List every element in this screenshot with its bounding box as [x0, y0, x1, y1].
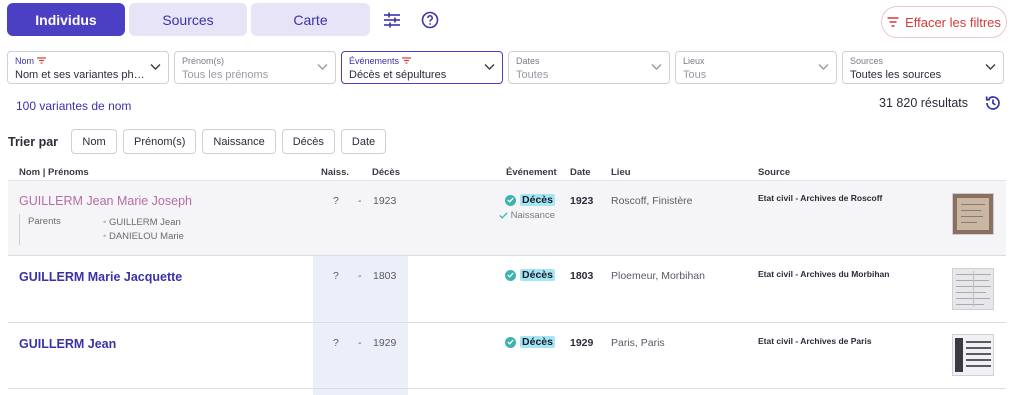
filter-lieux[interactable]: Lieux Tous	[675, 51, 837, 84]
death-year: 1923	[373, 195, 397, 207]
filter-active-icon	[37, 57, 47, 64]
event-place: Roscoff, Finistère	[611, 195, 693, 207]
event-label: Décès	[520, 336, 555, 348]
filter-prenoms-label: Prénom(s)	[182, 55, 225, 66]
filter-evenements[interactable]: Événements Décès et sépultures	[341, 51, 503, 84]
tab-individus[interactable]: Individus	[7, 3, 125, 36]
check-circle-icon	[505, 336, 517, 348]
date-separator: -	[358, 337, 362, 349]
sub-event-label: Naissance	[510, 210, 555, 221]
filter-sources[interactable]: Sources Toutes les sources	[842, 51, 1004, 84]
filter-dates-value: Toutes	[516, 69, 549, 81]
event-date: 1923	[570, 195, 594, 207]
source-name[interactable]: Etat civil - Archives de Paris	[758, 336, 872, 346]
sort-nom-button[interactable]: Nom	[71, 129, 118, 154]
person-name[interactable]: GUILLERM Jean	[19, 337, 116, 351]
tab-sources[interactable]: Sources	[129, 3, 247, 36]
filter-dates[interactable]: Dates Toutes	[508, 51, 670, 84]
col-birth-header: Naiss.	[321, 167, 349, 178]
filter-lieux-label: Lieux	[683, 55, 705, 66]
parents-block: Parents • GUILLERM Jean • DANIELOU Marie	[19, 214, 184, 245]
history-icon[interactable]	[984, 94, 1002, 112]
table-row[interactable]: GUILLERM Jean ? - 1929 Décès 1929 Paris,…	[8, 323, 1006, 389]
sub-event: Naissance	[498, 210, 555, 221]
sort-deces-button[interactable]: Décès	[281, 129, 335, 154]
filter-sources-value: Toutes les sources	[850, 69, 942, 81]
parents-label: Parents	[28, 216, 61, 227]
date-separator: -	[358, 195, 362, 207]
date-separator: -	[358, 270, 362, 282]
filter-evenements-label: Événements	[349, 55, 400, 66]
event-date: 1803	[570, 270, 594, 282]
col-death-header: Décès	[372, 167, 400, 178]
source-name[interactable]: Etat civil - Archives de Roscoff	[758, 193, 882, 203]
chevron-down-icon	[317, 64, 328, 70]
filter-sources-label: Sources	[850, 55, 884, 66]
col-date-header: Date	[570, 167, 591, 178]
filter-nom[interactable]: Nom Nom et ses variantes phoné…	[7, 51, 169, 84]
clear-filters-label: Effacer les filtres	[905, 14, 1001, 30]
sort-date-button[interactable]: Date	[340, 129, 387, 154]
person-name[interactable]: GUILLERM Marie Jacquette	[19, 270, 182, 284]
document-thumbnail[interactable]	[952, 334, 994, 376]
chevron-down-icon	[651, 64, 662, 70]
filter-dates-label: Dates	[516, 55, 540, 66]
tab-carte[interactable]: Carte	[251, 3, 370, 36]
table-row[interactable]: GUILLERM Marie Jacquette ? - 1803 Décès …	[8, 256, 1006, 323]
filter-icon	[887, 17, 899, 27]
event-place: Ploemeur, Morbihan	[611, 270, 705, 282]
death-year: 1929	[373, 337, 397, 349]
event-badge: Décès	[505, 336, 555, 348]
person-name[interactable]: GUILLERM Jean Marie Joseph	[19, 194, 192, 208]
source-name[interactable]: Etat civil - Archives du Morbihan	[758, 269, 889, 279]
filter-nom-value: Nom et ses variantes phoné…	[15, 69, 146, 81]
sort-naissance-button[interactable]: Naissance	[202, 129, 276, 154]
view-tabs: Individus Sources Carte	[7, 3, 370, 36]
event-badge: Décès	[505, 194, 555, 206]
event-date: 1929	[570, 337, 594, 349]
col-place-header: Lieu	[611, 167, 631, 178]
parent-name[interactable]: DANIELOU Marie	[109, 231, 184, 242]
birth-year: ?	[333, 270, 339, 282]
document-thumbnail[interactable]	[952, 193, 994, 235]
filter-active-icon	[402, 57, 412, 64]
event-label: Décès	[520, 269, 555, 281]
event-label: Décès	[520, 194, 555, 206]
table-header: Nom | Prénoms Naiss. Décès Événement Dat…	[8, 165, 1006, 181]
birth-year: ?	[333, 195, 339, 207]
col-event-header: Événement	[506, 167, 557, 178]
filter-lieux-value: Tous	[683, 69, 707, 81]
help-circle-icon[interactable]	[420, 10, 440, 30]
death-year: 1803	[373, 270, 397, 282]
parent-name[interactable]: GUILLERM Jean	[109, 217, 181, 228]
birth-year: ?	[333, 337, 339, 349]
chevron-down-icon	[484, 64, 495, 70]
col-name-header: Nom | Prénoms	[19, 167, 89, 178]
sort-bar: Trier par Nom Prénom(s) Naissance Décès …	[8, 129, 387, 154]
check-icon	[498, 212, 508, 219]
filter-prenoms-value: Tous les prénoms	[182, 69, 269, 81]
check-circle-icon	[505, 269, 517, 281]
filter-nom-label: Nom	[15, 55, 35, 66]
clear-filters-button[interactable]: Effacer les filtres	[881, 6, 1007, 38]
filter-bar: Nom Nom et ses variantes phoné… Prénom(s…	[7, 51, 1004, 84]
sort-prenoms-button[interactable]: Prénom(s)	[123, 129, 197, 154]
filter-prenoms[interactable]: Prénom(s) Tous les prénoms	[174, 51, 336, 84]
event-place: Paris, Paris	[611, 337, 665, 349]
results-count: 31 820 résultats	[879, 96, 968, 110]
chevron-down-icon	[818, 64, 829, 70]
check-circle-icon	[505, 194, 517, 206]
sliders-icon[interactable]	[382, 10, 402, 30]
sort-title: Trier par	[8, 134, 59, 149]
filter-evenements-value: Décès et sépultures	[349, 69, 447, 81]
chevron-down-icon	[150, 64, 161, 70]
table-row[interactable]: GUILLERM Jean Marie Joseph Parents • GUI…	[8, 181, 1006, 256]
event-badge: Décès	[505, 269, 555, 281]
name-variants-link[interactable]: 100 variantes de nom	[16, 99, 131, 113]
chevron-down-icon	[985, 64, 996, 70]
document-thumbnail[interactable]	[952, 268, 994, 310]
col-source-header: Source	[758, 167, 791, 178]
